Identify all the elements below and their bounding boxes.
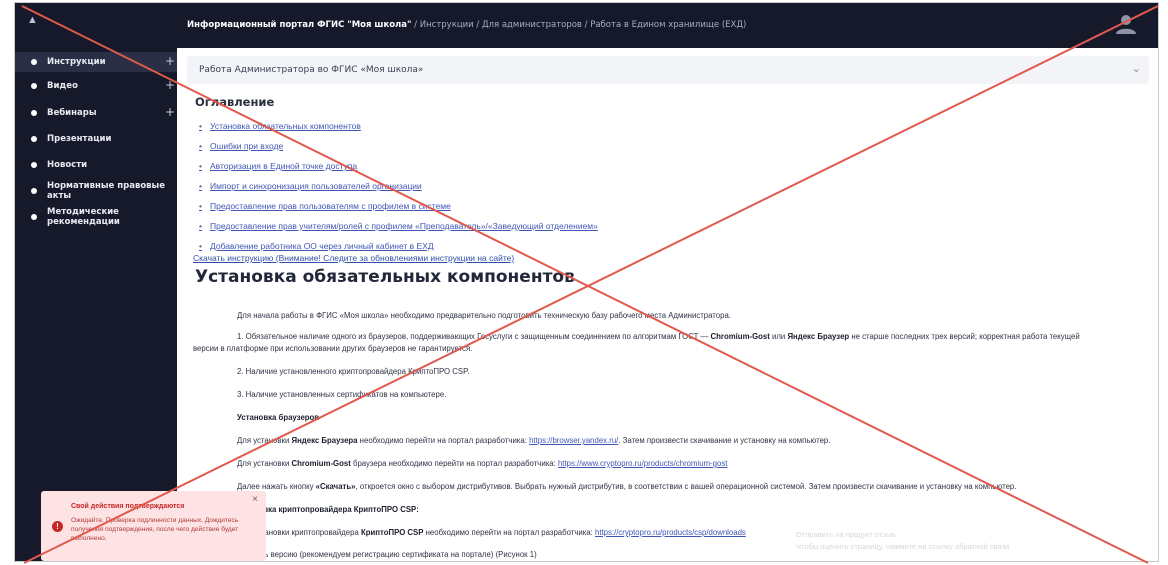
feedback-hint-text: Чтобы оценить страницу, нажмите на ссылк… xyxy=(796,542,1010,551)
expand-icon[interactable]: + xyxy=(165,78,175,92)
sidebar-item-label: Инструкции xyxy=(47,57,106,67)
bullet-icon xyxy=(31,59,37,65)
toc-link[interactable]: Установка обязательных компонентов xyxy=(199,116,598,136)
text: необходимо перейти на портал разработчик… xyxy=(423,528,595,537)
sidebar-item-presentations[interactable]: Презентации xyxy=(15,129,177,149)
toc-link[interactable]: Предоставление прав учителям/ролей с про… xyxy=(199,216,598,236)
user-icon[interactable] xyxy=(1114,13,1138,35)
text: необходимо перейти на портал разработчик… xyxy=(357,436,530,445)
breadcrumb-separator: / xyxy=(581,20,591,30)
sidebar-item-instructions[interactable]: Инструкции + xyxy=(15,52,177,72)
close-icon[interactable]: × xyxy=(252,494,258,505)
breadcrumb-separator: / xyxy=(473,20,482,30)
text: браузера необходимо перейти на портал ра… xyxy=(350,459,558,468)
text-bold: Яндекс Браузер xyxy=(787,332,850,341)
toc-title: Оглавление xyxy=(195,95,275,109)
bullet-icon xyxy=(31,162,37,168)
expand-icon[interactable]: + xyxy=(165,105,175,119)
section-heading: Установка обязательных компонентов xyxy=(195,267,575,287)
main-content: Работа Администратора во ФГИС «Моя школа… xyxy=(177,48,1158,561)
sidebar-item-label: Презентации xyxy=(47,134,112,144)
sidebar-item-video[interactable]: Видео + xyxy=(15,76,177,96)
cryptopro-link[interactable]: https://cryptopro.ru/products/csp/downlo… xyxy=(595,528,746,537)
sidebar-item-label: Вебинары xyxy=(47,108,97,118)
subheading: Установка браузеров xyxy=(237,413,319,422)
breadcrumb-current: Работа в Едином хранилище (ЕХД) xyxy=(590,20,747,30)
expand-icon[interactable]: + xyxy=(165,54,175,68)
text: , откроется окно с выбором дистрибутивов… xyxy=(355,482,1017,491)
text: не старше последних трех версий; коррект… xyxy=(849,332,1080,341)
breadcrumb-admins[interactable]: Для администраторов xyxy=(482,20,582,30)
text-bold: «Скачать» xyxy=(315,482,356,491)
sidebar-item-guidelines[interactable]: Методические рекомендации xyxy=(15,207,177,227)
section-title: Работа Администратора во ФГИС «Моя школа… xyxy=(199,65,424,75)
toc-link[interactable]: Предоставление прав пользователям с проф… xyxy=(199,196,598,216)
chromium-gost-link[interactable]: https://www.cryptopro.ru/products/chromi… xyxy=(558,459,727,468)
text-bold: Chromium-Gost xyxy=(291,459,351,468)
breadcrumb: Информационный портал ФГИС "Моя школа" /… xyxy=(187,20,746,30)
paragraph: версии в платформе при использовании дру… xyxy=(193,344,473,353)
paragraph: Выбрать версию (рекомендуем регистрацию … xyxy=(237,550,537,559)
paragraph: Для установки Яндекс Браузера необходимо… xyxy=(237,436,830,445)
sidebar-item-label: Методические рекомендации xyxy=(47,207,120,227)
toc-link[interactable]: Авторизация в Единой точке доступа xyxy=(199,156,598,176)
top-bar: ▲ Информационный портал ФГИС "Моя школа"… xyxy=(15,3,1158,48)
bullet-icon xyxy=(31,214,37,220)
toast-title: Свой действия подтверждаются xyxy=(71,503,185,510)
breadcrumb-separator: / xyxy=(411,20,420,30)
bullet-icon xyxy=(31,110,37,116)
text: Для установки xyxy=(237,436,292,445)
text-bold: КриптоПРО CSP xyxy=(360,528,424,537)
paragraph: 2. Наличие установленного криптопровайде… xyxy=(237,367,470,376)
sidebar-item-label: Видео xyxy=(47,81,78,91)
bullet-icon xyxy=(31,188,37,194)
yandex-download-link[interactable]: https://browser.yandex.ru/ xyxy=(529,436,618,445)
section-accordion[interactable]: Работа Администратора во ФГИС «Моя школа… xyxy=(187,56,1149,84)
feedback-hint-title: Отправить на продукт отзыв xyxy=(796,530,896,539)
sidebar-item-webinars[interactable]: Вебинары + xyxy=(15,103,177,123)
sidebar-item-news[interactable]: Новости xyxy=(15,155,177,175)
error-toast: ! Свой действия подтверждаются Ожидайте.… xyxy=(41,491,266,561)
paragraph: Для установки криптопровайдера КриптоПРО… xyxy=(237,528,746,537)
toc-link[interactable]: Импорт и синхронизация пользователей орг… xyxy=(199,176,598,196)
paragraph: 3. Наличие установленных сертификатов на… xyxy=(237,390,447,399)
text-bold: Chromium-Gost xyxy=(710,332,770,341)
toast-message: Ожидайте. Проверка подлинности данных. Д… xyxy=(71,517,239,542)
text: или xyxy=(769,332,788,341)
paragraph: Для начала работы в ФГИС «Моя школа» нео… xyxy=(237,311,731,320)
bullet-icon xyxy=(31,136,37,142)
paragraph: 1. Обязательное наличие одного из браузе… xyxy=(237,332,1080,341)
sidebar-item-label: Нормативные правовые акты xyxy=(47,181,166,201)
breadcrumb-root[interactable]: Информационный портал ФГИС "Моя школа" xyxy=(187,20,411,30)
text-bold: Установка браузеров xyxy=(237,413,320,422)
text: . Затем произвести скачивание и установк… xyxy=(618,436,831,445)
menu-icon[interactable]: ▲ xyxy=(27,13,41,27)
text: 1. Обязательное наличие одного из браузе… xyxy=(237,332,711,341)
breadcrumb-instructions[interactable]: Инструкции xyxy=(420,20,474,30)
table-of-contents: Установка обязательных компонентов Ошибк… xyxy=(199,116,598,256)
sidebar: Инструкции + Видео + Вебинары + Презента… xyxy=(15,48,177,561)
text: Далее нажать кнопку xyxy=(237,482,316,491)
toc-link[interactable]: Ошибки при входе xyxy=(199,136,598,156)
chevron-down-icon[interactable]: ⌄ xyxy=(1132,62,1141,75)
error-icon: ! xyxy=(52,521,63,532)
paragraph: Далее нажать кнопку «Скачать», откроется… xyxy=(237,482,1016,491)
paragraph: Для установки Chromium-Gost браузера нео… xyxy=(237,459,727,468)
sidebar-item-label: Новости xyxy=(47,160,88,170)
text: Для установки xyxy=(237,459,292,468)
bullet-icon xyxy=(31,83,37,89)
download-instruction-link[interactable]: Скачать инструкцию (Внимание! Следите за… xyxy=(193,253,514,263)
sidebar-item-legal-acts[interactable]: Нормативные правовые акты xyxy=(15,181,177,201)
browser-frame: ▲ Информационный портал ФГИС "Моя школа"… xyxy=(14,2,1159,562)
text-bold: Яндекс Браузера xyxy=(291,436,358,445)
feedback-hint: Отправить на продукт отзыв Чтобы оценить… xyxy=(796,529,1009,553)
